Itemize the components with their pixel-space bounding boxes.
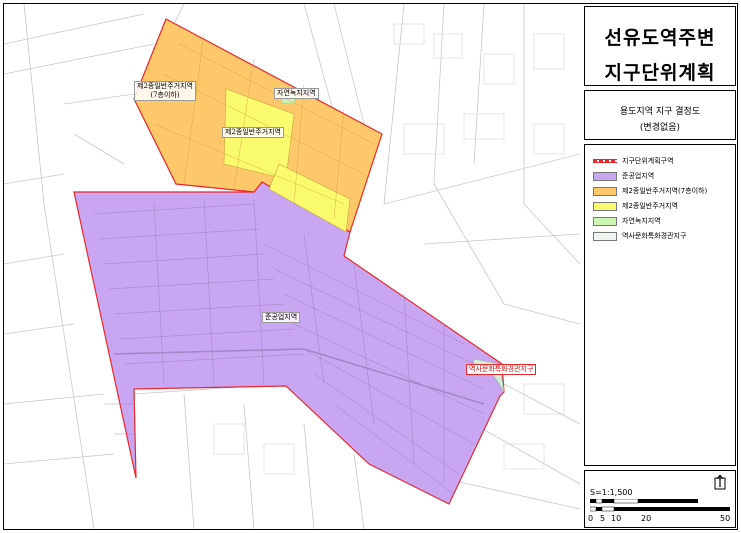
scale-bar xyxy=(590,499,730,512)
legend-swatch-residential-7story xyxy=(593,186,617,196)
scale-tick-50: 50 xyxy=(720,514,731,523)
legend-swatch-industrial xyxy=(593,171,617,181)
legend-item-natural-green: 자연녹지지역 xyxy=(593,215,661,227)
legend-label: 제2종일반주거지역(7층이하) xyxy=(622,187,708,195)
north-arrow-icon xyxy=(714,475,726,490)
legend-label: 준공업지역 xyxy=(622,172,655,180)
label-natural-green: 자연녹지지역 xyxy=(274,88,319,99)
legend-item-residential-2: 제2종일반주거지역 xyxy=(593,200,678,212)
zoning-map[interactable]: 제2종일반주거지역 (7층이하) 자연녹지지역 제2종일반주거지역 준공업지역 … xyxy=(4,4,580,529)
title-panel: 선유도역주변 지구단위계획 xyxy=(584,6,736,86)
label-heritage: 역사문화특화경관지구 xyxy=(466,364,537,375)
legend-label: 역사문화특화경관지구 xyxy=(622,232,687,240)
subtitle-line-2: (변경없음) xyxy=(639,123,681,133)
title-line-1: 선유도역주변 xyxy=(604,27,716,49)
legend-swatch-residential-2 xyxy=(593,201,617,211)
industrial-zone[interactable] xyxy=(73,181,505,505)
legend-item-industrial: 준공업지역 xyxy=(593,170,654,182)
legend-label: 자연녹지지역 xyxy=(622,217,661,225)
legend-item-residential-7story: 제2종일반주거지역(7층이하) xyxy=(593,185,707,197)
subtitle-line-1: 용도지역 지구 결정도 xyxy=(619,107,701,117)
legend-label: 제2종일반주거지역 xyxy=(622,202,678,210)
scale-tick-20: 20 xyxy=(641,514,652,523)
label-residential-2: 제2종일반주거지역 xyxy=(222,127,284,138)
legend-item-heritage: 역사문화특화경관지구 xyxy=(593,230,686,242)
legend-swatch-natural-green xyxy=(593,216,617,226)
legend-swatch-boundary xyxy=(593,159,617,163)
scale-tick-5: 5 xyxy=(600,514,606,523)
scale-tick-10: 10 xyxy=(611,514,622,523)
map-canvas xyxy=(4,4,580,529)
subtitle-panel: 용도지역 지구 결정도 (변경없음) xyxy=(584,90,736,140)
legend-swatch-heritage xyxy=(593,231,617,241)
scale-tick-0: 0 xyxy=(588,514,594,523)
scale-panel: S=1:1,500 0 5 10 20 50 xyxy=(584,470,736,528)
title-line-2: 지구단위계획 xyxy=(604,62,716,84)
legend-panel: 지구단위계획구역 준공업지역 제2종일반주거지역(7층이하) 제2종일반주거지역… xyxy=(584,144,736,466)
label-residential-7story: 제2종일반주거지역 (7층이하) xyxy=(134,81,196,101)
legend-item-district-boundary: 지구단위계획구역 xyxy=(593,155,674,167)
scale-ratio: S=1:1,500 xyxy=(590,488,633,497)
label-industrial: 준공업지역 xyxy=(262,312,301,323)
legend-label: 지구단위계획구역 xyxy=(622,157,674,165)
